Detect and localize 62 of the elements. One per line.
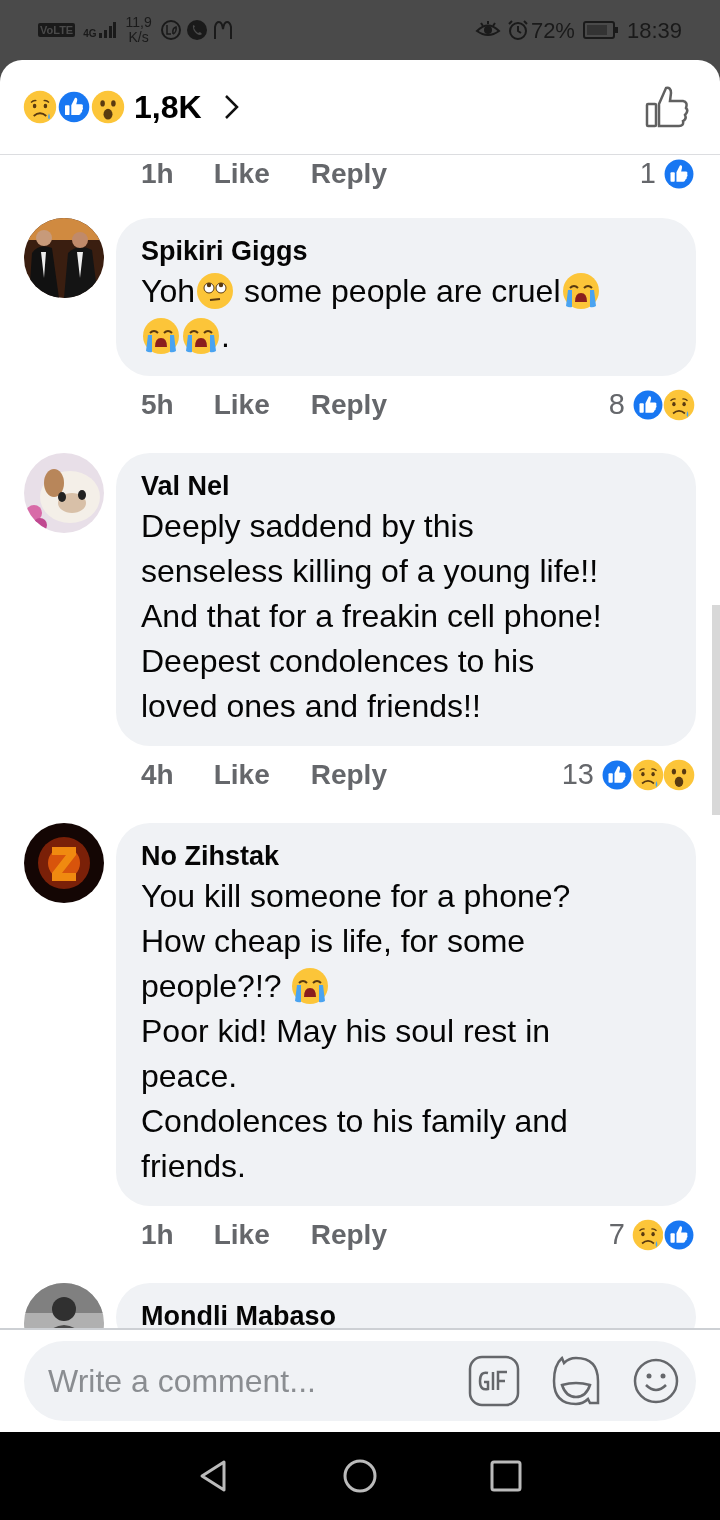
alarm-icon xyxy=(506,19,529,41)
gif-icon[interactable] xyxy=(468,1355,520,1407)
reaction-count[interactable]: 8 xyxy=(608,383,625,427)
comment-text: . xyxy=(221,316,230,356)
crying-face-icon xyxy=(560,270,601,311)
commenter-name[interactable]: No Zihstak xyxy=(141,839,676,873)
comment-text: Poor kid! May his soul rest in xyxy=(141,1011,551,1051)
like-icon xyxy=(56,89,92,125)
crying-face-icon xyxy=(290,965,331,1006)
like-link[interactable]: Like xyxy=(213,155,270,195)
reaction-count[interactable]: 7 xyxy=(608,1213,625,1257)
reply-link[interactable]: Reply xyxy=(310,1214,387,1256)
like-icon xyxy=(631,388,665,422)
like-icon xyxy=(662,1218,696,1252)
comment-text: You kill someone for a phone? xyxy=(141,876,571,916)
sad-face-icon xyxy=(631,758,665,792)
commenter-name[interactable]: Spikiri Giggs xyxy=(141,234,676,268)
crying-face-icon xyxy=(141,315,181,356)
like-link[interactable]: Like xyxy=(213,384,270,426)
sticker-icon[interactable] xyxy=(550,1355,602,1407)
comment-text: Deeply saddend by this xyxy=(141,506,474,546)
crying-face-icon xyxy=(181,315,221,356)
comment-time: 1h xyxy=(141,1218,174,1252)
comment-time: 5h xyxy=(141,388,174,422)
surprised-face-icon xyxy=(662,758,696,792)
reaction-count[interactable]: 1,8K xyxy=(134,83,202,131)
eye-roll-face-icon xyxy=(195,270,235,311)
commenter-name[interactable]: Val Nel xyxy=(141,469,676,503)
signal-icon xyxy=(97,21,116,39)
comment-text: Deepest condolences to his xyxy=(141,641,535,681)
like-button[interactable] xyxy=(644,84,690,130)
reaction-count[interactable]: 1 xyxy=(639,155,656,196)
like-icon xyxy=(662,157,696,191)
reply-link[interactable]: Reply xyxy=(310,384,387,426)
emoji-icon[interactable] xyxy=(632,1357,680,1405)
comment-field[interactable]: Write a comment... xyxy=(24,1341,696,1421)
arches-icon xyxy=(211,19,234,41)
comment-text: Yoh xyxy=(141,271,195,311)
comment-time: 4h xyxy=(141,758,174,792)
reply-link[interactable]: Reply xyxy=(310,754,387,796)
like-link[interactable]: Like xyxy=(213,1214,270,1256)
comment-text: How cheap is life, for some xyxy=(141,921,526,961)
comment-text: friends. xyxy=(141,1146,246,1186)
comment-text: And that for a freakin cell phone! xyxy=(141,596,602,636)
comment-text: senseless killing of a young life!! xyxy=(141,551,599,591)
comment-time: 1h xyxy=(141,157,174,191)
comment-text: some people are cruel xyxy=(242,271,561,311)
sad-face-icon xyxy=(631,1218,665,1252)
phone-icon xyxy=(185,19,208,41)
comment-text: people?!? xyxy=(141,966,283,1006)
sad-face-icon xyxy=(22,89,58,125)
comment-text: peace. xyxy=(141,1056,238,1096)
reaction-count[interactable]: 13 xyxy=(561,753,594,797)
surprised-face-icon xyxy=(90,89,126,125)
like-link[interactable]: Like xyxy=(213,754,270,796)
sad-face-icon xyxy=(662,388,696,422)
comment-text: Condolences to his family and xyxy=(141,1101,568,1141)
commenter-name[interactable]: Mondli Mabaso xyxy=(141,1299,676,1328)
like-icon xyxy=(600,758,634,792)
comment-text: loved ones and friends!! xyxy=(141,686,481,726)
reply-link[interactable]: Reply xyxy=(310,155,387,195)
leaf-icon xyxy=(159,19,182,41)
